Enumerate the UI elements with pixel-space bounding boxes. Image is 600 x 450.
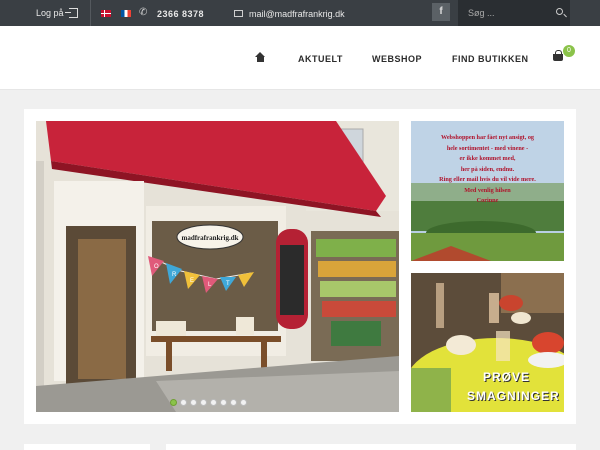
webshop-notice-banner[interactable]: Webshoppen har fået nyt ansigt, og hele … (411, 121, 564, 261)
slider-dot[interactable] (200, 399, 207, 406)
tasting-title-line2: SMAGNINGER (467, 389, 560, 403)
notice-line: Corinne (476, 197, 499, 204)
slider-dots (170, 399, 247, 406)
notice-line: Ring eller mail hvis du vil vide mere. (439, 176, 536, 183)
notice-line: her på siden, endnu. (460, 165, 515, 173)
top-bar: Log på ✆ 2366 8378 mail@madfrafrankrig.d… (0, 0, 600, 26)
search-input[interactable] (468, 6, 548, 20)
shop-sign-text: madfrafrankrig.dk (182, 234, 239, 242)
hero-slider[interactable]: madfrafrankrig.dk O R E L T (36, 121, 399, 412)
bunting-letter: T (226, 281, 230, 287)
storefront-image: madfrafrankrig.dk O R E L T (36, 121, 399, 412)
search-box (458, 0, 570, 26)
login-icon (64, 8, 78, 18)
notice-line: Webshoppen har fået nyt ansigt, og (440, 134, 535, 141)
nav-find-butikken[interactable]: FIND BUTIKKEN (452, 54, 529, 64)
mail-icon (234, 10, 243, 17)
login-link[interactable]: Log på (36, 8, 78, 18)
notice-line: er ikke kommet med, (459, 155, 516, 162)
french-flag-icon[interactable] (121, 10, 131, 17)
shopping-basket-icon[interactable] (553, 50, 563, 61)
facebook-icon[interactable]: f (432, 3, 450, 21)
slider-dot[interactable] (240, 399, 247, 406)
divider (90, 0, 91, 26)
slider-dot[interactable] (210, 399, 217, 406)
notice-line: Med venlig hilsen (464, 186, 511, 194)
tasting-banner[interactable]: PRØVE SMAGNINGER (411, 273, 564, 412)
danish-flag-icon[interactable] (101, 10, 111, 17)
slider-dot[interactable] (190, 399, 197, 406)
lower-right-panel (166, 444, 576, 450)
tasting-title-line1: PRØVE (483, 370, 531, 384)
slider-dot[interactable] (230, 399, 237, 406)
home-icon[interactable] (255, 52, 265, 62)
login-label: Log på (36, 8, 64, 18)
search-icon[interactable] (556, 8, 563, 15)
webshop-notice-text: Webshoppen har fået nyt ansigt, og hele … (415, 133, 560, 207)
nav-webshop[interactable]: WEBSHOP (372, 54, 422, 64)
slider-dot[interactable] (220, 399, 227, 406)
bunting-letter: E (190, 278, 194, 284)
lower-left-panel (24, 444, 150, 450)
slider-dot[interactable] (170, 399, 177, 406)
cart-count-badge: 0 (563, 45, 575, 57)
notice-line: hele sortimentet - med vinene - (446, 144, 529, 152)
phone-icon: ✆ (139, 7, 148, 18)
nav-aktuelt[interactable]: AKTUELT (298, 54, 343, 64)
slider-dot[interactable] (180, 399, 187, 406)
bunting-letter: R (172, 272, 177, 278)
phone-number[interactable]: 2366 8378 (157, 9, 204, 19)
main-header: AKTUELT WEBSHOP FIND BUTIKKEN (0, 26, 600, 90)
email-link[interactable]: mail@madfrafrankrig.dk (249, 9, 345, 19)
bunting-letter: O (154, 264, 159, 270)
